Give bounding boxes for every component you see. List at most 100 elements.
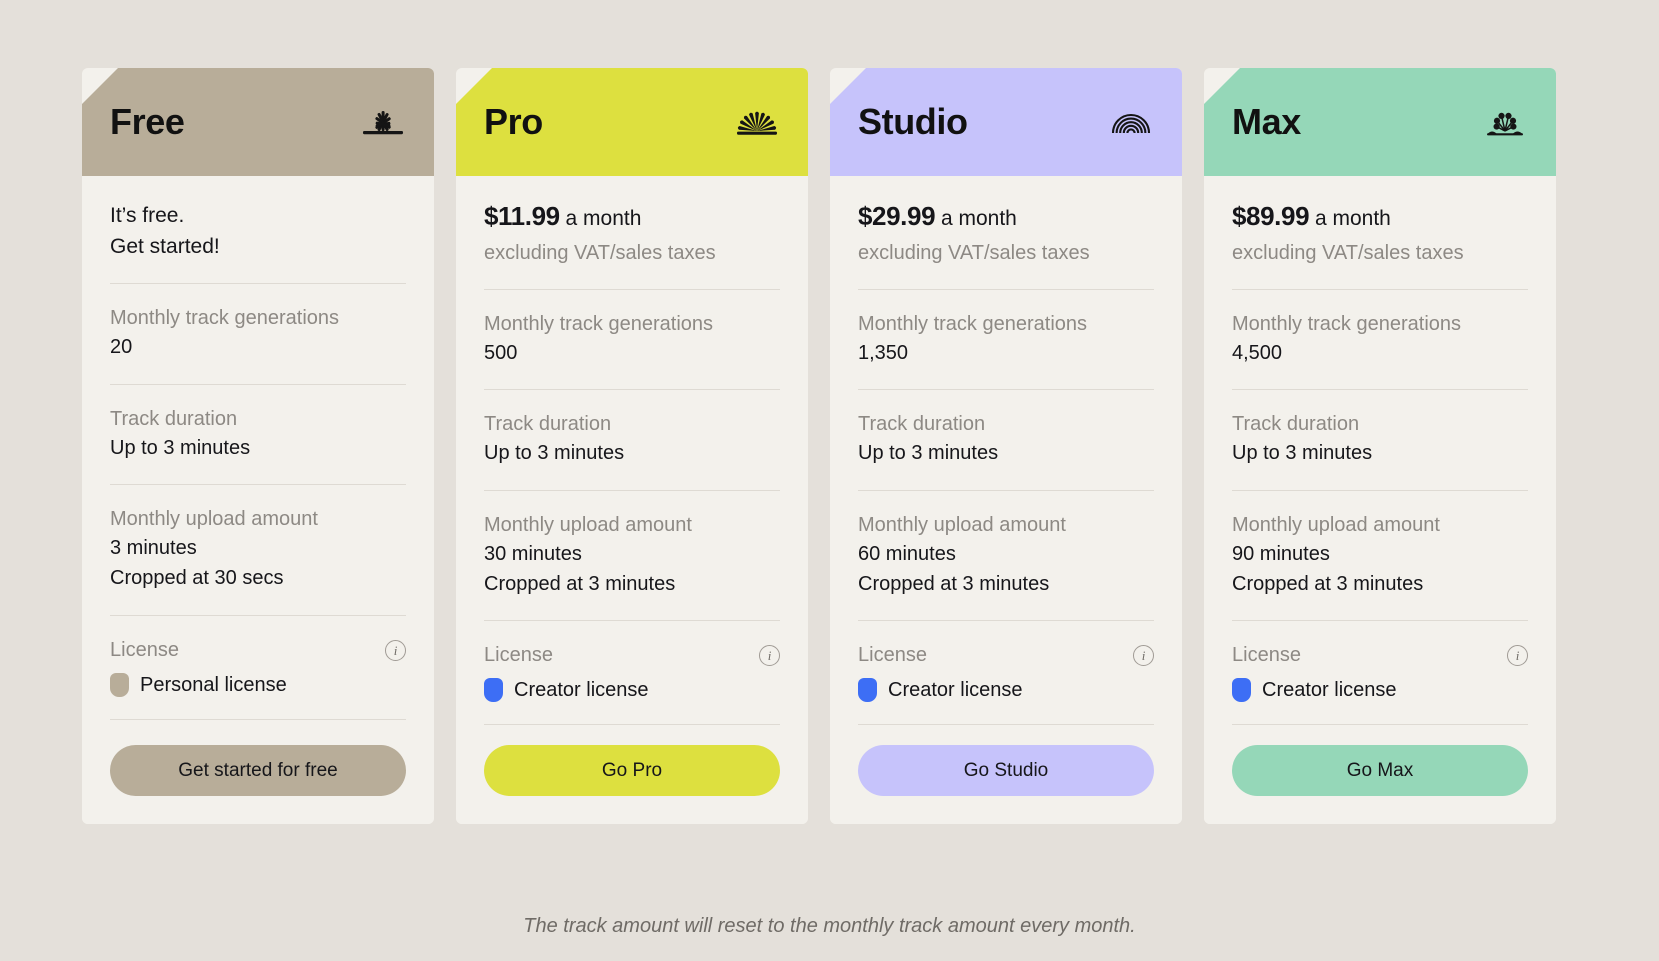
feature-value: 60 minutes	[858, 540, 1154, 570]
feature-subvalue: Cropped at 30 secs	[110, 564, 406, 594]
card-body-studio: $29.99 a month excluding VAT/sales taxes M…	[830, 176, 1182, 824]
cta-button-pro[interactable]: Go Pro	[484, 745, 780, 796]
license-name: Creator license	[888, 677, 1023, 703]
price-line: $29.99 a month	[858, 200, 1154, 234]
card-header-pro: Pro	[456, 68, 808, 176]
feature-subvalue: Cropped at 3 minutes	[1232, 570, 1528, 600]
license-name: Personal license	[140, 672, 287, 698]
feature-label: Monthly upload amount	[858, 511, 1154, 540]
license-row: Personal license	[110, 672, 406, 698]
cta-button-free[interactable]: Get started for free	[110, 745, 406, 796]
feature-value: 4,500	[1232, 339, 1528, 369]
price-tax-note: excluding VAT/sales taxes	[484, 238, 780, 268]
feature-row: Track durationUp to 3 minutes	[110, 405, 406, 464]
cta-button-studio[interactable]: Go Studio	[858, 745, 1154, 796]
cta-wrapper: Go Max	[1232, 745, 1528, 796]
price-period: a month	[566, 207, 642, 230]
pricing-cards-row: Free It’s free.Get started!Monthly track …	[82, 68, 1556, 824]
feature-subvalue: Cropped at 3 minutes	[858, 570, 1154, 600]
plan-name: Max	[1232, 104, 1301, 140]
license-row: Creator license	[858, 677, 1154, 703]
divider	[1232, 724, 1528, 725]
card-header-studio: Studio	[830, 68, 1182, 176]
license-label: License	[1232, 641, 1301, 670]
divider	[858, 289, 1154, 290]
divider	[484, 620, 780, 621]
divider	[858, 724, 1154, 725]
dandelion-icon	[1482, 105, 1528, 139]
info-icon[interactable]: i	[1133, 645, 1154, 666]
feature-label: Track duration	[858, 410, 1154, 439]
pricing-page: Free It’s free.Get started!Monthly track …	[0, 0, 1659, 961]
feature-row: Monthly track generations1,350	[858, 310, 1154, 369]
feature-value: 90 minutes	[1232, 540, 1528, 570]
plan-name: Free	[110, 104, 184, 140]
divider	[484, 490, 780, 491]
price-period: a month	[941, 207, 1017, 230]
plan-name: Studio	[858, 104, 968, 140]
divider	[1232, 389, 1528, 390]
price-period: a month	[1315, 207, 1391, 230]
license-badge-icon	[858, 678, 877, 702]
cta-wrapper: Go Studio	[858, 745, 1154, 796]
info-icon[interactable]: i	[1507, 645, 1528, 666]
cta-button-max[interactable]: Go Max	[1232, 745, 1528, 796]
card-body-pro: $11.99 a month excluding VAT/sales taxes M…	[456, 176, 808, 824]
feature-label: Monthly track generations	[858, 310, 1154, 339]
divider	[110, 384, 406, 385]
footnote: The track amount will reset to the month…	[0, 915, 1659, 938]
divider	[110, 484, 406, 485]
divider	[484, 724, 780, 725]
feature-row: Monthly track generations20	[110, 304, 406, 363]
price-tax-note: excluding VAT/sales taxes	[1232, 238, 1528, 268]
feature-value: Up to 3 minutes	[110, 434, 406, 464]
feature-label: Monthly upload amount	[484, 511, 780, 540]
price-line: $11.99 a month	[484, 200, 780, 234]
license-name: Creator license	[1262, 677, 1397, 703]
card-body-free: It’s free.Get started!Monthly track gene…	[82, 176, 434, 824]
license-row: Creator license	[1232, 677, 1528, 703]
feature-value: Up to 3 minutes	[858, 439, 1154, 469]
feature-subvalue: Cropped at 3 minutes	[484, 570, 780, 600]
divider	[1232, 620, 1528, 621]
info-icon[interactable]: i	[759, 645, 780, 666]
card-header-max: Max	[1204, 68, 1556, 176]
license-badge-icon	[110, 673, 129, 697]
divider	[1232, 490, 1528, 491]
price-amount: $11.99	[484, 201, 560, 231]
divider	[110, 719, 406, 720]
license-header: License i	[1232, 641, 1528, 670]
feature-value: Up to 3 minutes	[484, 439, 780, 469]
price-amount: $29.99	[858, 201, 935, 231]
feature-label: Monthly upload amount	[110, 505, 406, 534]
intro-line-1: It’s free.	[110, 200, 406, 231]
card-header-free: Free	[82, 68, 434, 176]
pricing-card-pro: Pro $11.99 a month excluding VAT/sales tax…	[456, 68, 808, 824]
info-icon[interactable]: i	[385, 640, 406, 661]
divider	[484, 289, 780, 290]
feature-label: Monthly track generations	[1232, 310, 1528, 339]
feature-value: Up to 3 minutes	[1232, 439, 1528, 469]
sunburst-fan-icon	[734, 105, 780, 139]
feature-value: 500	[484, 339, 780, 369]
feature-value: 20	[110, 333, 406, 363]
price-tax-note: excluding VAT/sales taxes	[858, 238, 1154, 268]
plan-name: Pro	[484, 104, 543, 140]
feature-value: 3 minutes	[110, 534, 406, 564]
feature-value: 1,350	[858, 339, 1154, 369]
divider	[1232, 289, 1528, 290]
pricing-card-free: Free It’s free.Get started!Monthly track …	[82, 68, 434, 824]
divider	[858, 620, 1154, 621]
feature-label: Track duration	[1232, 410, 1528, 439]
pricing-card-studio: Studio $29.99 a month excluding VAT/sales …	[830, 68, 1182, 824]
feature-row: Monthly upload amount60 minutesCropped a…	[858, 511, 1154, 599]
feature-label: Monthly track generations	[110, 304, 406, 333]
feature-row: Monthly upload amount90 minutesCropped a…	[1232, 511, 1528, 599]
feature-label: Monthly track generations	[484, 310, 780, 339]
feature-row: Monthly track generations4,500	[1232, 310, 1528, 369]
feature-label: Track duration	[484, 410, 780, 439]
feature-row: Monthly track generations500	[484, 310, 780, 369]
divider	[110, 283, 406, 284]
license-badge-icon	[484, 678, 503, 702]
rainbow-arcs-icon	[1108, 105, 1154, 139]
